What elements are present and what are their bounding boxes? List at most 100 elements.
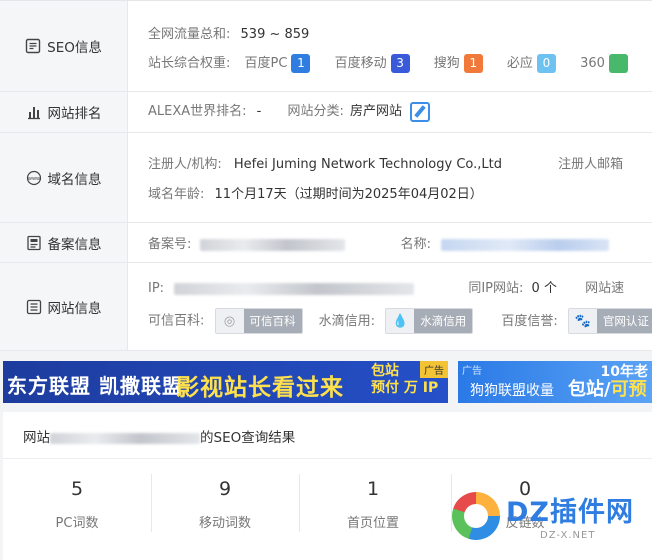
alexa-value: - xyxy=(256,104,262,119)
registrant-value: Hefei Juming Network Technology Co.,Ltd xyxy=(233,157,502,172)
watermark: DZ插件网 DZ-X.NET xyxy=(452,480,652,558)
icp-number-redacted xyxy=(199,238,345,251)
weight-line: 站长综合权重: 百度PC 1 百度移动 3 搜狗 1 必应 0 360 xyxy=(148,52,628,73)
ip-key: IP: xyxy=(148,281,165,296)
registrant-line: 注册人/机构: Hefei Juming Network Technology … xyxy=(148,153,623,172)
rank-body: ALEXA世界排名: - 网站分类: 房产网站 xyxy=(148,92,652,132)
registrant-key: 注册人/机构: xyxy=(148,157,222,172)
kexin-badge-text: 可信百科 xyxy=(243,309,302,333)
svg-text:www: www xyxy=(27,176,39,182)
site-row: 网站信息 IP: 同IP网站: 0 个 网站速 可信百科: ◎ 可信百科 水滴信… xyxy=(0,263,652,351)
weight-baidu-pc-badge: 1 xyxy=(291,54,311,73)
speed-key: 网站速 xyxy=(585,281,625,296)
ad2-left-text: 狗狗联盟收量 xyxy=(470,383,554,399)
weight-baidu-mobile[interactable]: 百度移动 3 xyxy=(334,54,414,73)
shuidi-badge-text: 水滴信用 xyxy=(414,309,473,333)
ip-redacted xyxy=(174,282,415,295)
weight-360[interactable]: 360 xyxy=(580,54,628,73)
icp-number-key: 备案号: xyxy=(148,237,192,252)
weight-sogou[interactable]: 搜狗 1 xyxy=(433,54,487,73)
weight-sogou-badge: 1 xyxy=(463,54,483,73)
icp-name-redacted[interactable] xyxy=(441,238,610,251)
seo-body: 全网流量总和: 539 ~ 859 站长综合权重: 百度PC 1 百度移动 3 搜狗… xyxy=(148,1,652,91)
age-line: 域名年龄: 11个月17天（过期时间为2025年04月02日） xyxy=(148,183,483,202)
age-key: 域名年龄: xyxy=(148,187,205,202)
alexa-key: ALEXA世界排名: xyxy=(148,104,247,119)
rank-line: ALEXA世界排名: - 网站分类: 房产网站 xyxy=(148,100,431,122)
credit-line: 可信百科: ◎ 可信百科 水滴信用: 💧 水滴信用 百度信誉: 🐾 官网认证 xyxy=(148,308,652,334)
age-value: 11个月17天（过期时间为2025年04月02日） xyxy=(214,187,483,202)
domain-row: www 域名信息 注册人/机构: Hefei Juming Network Te… xyxy=(0,133,652,223)
paw-icon: 🐾 xyxy=(568,309,597,333)
site-info-table: SEO信息 全网流量总和: 539 ~ 859 站长综合权重: 百度PC 1 百度… xyxy=(0,0,652,351)
site-body: IP: 同IP网站: 0 个 网站速 可信百科: ◎ 可信百科 水滴信用: 💧 … xyxy=(148,263,652,350)
ad1-tag: 广告 xyxy=(420,361,448,378)
result-divider xyxy=(3,458,652,459)
rank-label: 网站排名 xyxy=(47,106,102,122)
weight-baidu-pc[interactable]: 百度PC 1 xyxy=(244,54,315,73)
seo-label: SEO信息 xyxy=(47,40,102,56)
category-key: 网站分类: xyxy=(287,104,344,119)
shuidi-key: 水滴信用: xyxy=(318,313,376,329)
ad-banners: 东方联盟 凯撒联盟 影视站长看过来 包站 预付 万 IP 广告 广告 10年老 … xyxy=(0,361,652,403)
stat-pc-words-label: PC词数 xyxy=(55,516,99,531)
stat-mobile-words[interactable]: 9 移动词数 xyxy=(151,474,299,538)
watermark-text: DZ插件网 xyxy=(506,497,634,528)
icp-label-cell: 备案信息 xyxy=(0,223,128,262)
kexin-seal-icon: ◎ xyxy=(215,309,244,333)
weight-baidu-mobile-name: 百度移动 xyxy=(334,56,387,71)
weight-baidu-mobile-badge: 3 xyxy=(390,54,410,73)
same-ip-value[interactable]: 0 个 xyxy=(532,281,557,296)
traffic-key: 全网流量总和: xyxy=(148,27,231,42)
site-label: 网站信息 xyxy=(47,300,102,317)
weight-key: 站长综合权重: xyxy=(148,56,231,71)
watermark-logo-icon xyxy=(452,492,500,540)
water-drop-icon: 💧 xyxy=(386,309,415,333)
list-icon xyxy=(26,299,42,315)
icp-label: 备案信息 xyxy=(47,236,102,253)
result-domain-redacted xyxy=(50,432,200,444)
ad-banner-left[interactable]: 东方联盟 凯撒联盟 影视站长看过来 包站 预付 万 IP 广告 xyxy=(3,361,448,403)
stat-pc-words[interactable]: 5 PC词数 xyxy=(3,474,151,538)
stat-home-position-label: 首页位置 xyxy=(346,516,399,531)
category-value: 房产网站 xyxy=(350,104,403,119)
traffic-line: 全网流量总和: 539 ~ 859 xyxy=(148,23,309,42)
stat-mobile-words-label: 移动词数 xyxy=(198,516,251,531)
shuidi-badge[interactable]: 💧 水滴信用 xyxy=(385,308,474,334)
baidu-credit-badge-text: 官网认证 xyxy=(596,309,652,333)
email-key: 注册人邮箱 xyxy=(558,157,624,172)
same-ip-key: 同IP网站: xyxy=(468,281,524,296)
domain-body: 注册人/机构: Hefei Juming Network Technology … xyxy=(148,133,652,222)
weight-sogou-name: 搜狗 xyxy=(433,56,460,71)
domain-label: 域名信息 xyxy=(47,171,102,188)
ad2-main-text: 包站/可预 xyxy=(568,375,647,401)
result-title: 网站 的SEO查询结果 xyxy=(23,426,295,446)
ad2-tag: 广告 xyxy=(462,366,482,377)
stat-home-position[interactable]: 1 首页位置 xyxy=(299,474,447,538)
document-icon xyxy=(26,235,42,251)
weight-bing-name: 必应 xyxy=(506,56,533,71)
ad-banner-right[interactable]: 广告 10年老 狗狗联盟收量 包站/可预 xyxy=(458,361,652,403)
edit-icon[interactable] xyxy=(410,101,431,122)
seo-row: SEO信息 全网流量总和: 539 ~ 859 站长综合权重: 百度PC 1 百度… xyxy=(0,1,652,92)
weight-bing[interactable]: 必应 0 xyxy=(506,54,560,73)
site-label-cell: 网站信息 xyxy=(0,263,128,350)
seo-label-cell: SEO信息 xyxy=(0,1,128,91)
result-title-prefix: 网站 xyxy=(23,430,50,446)
icp-row: 备案信息 备案号: 名称: xyxy=(0,223,652,263)
baidu-credit-badge[interactable]: 🐾 官网认证 xyxy=(567,308,652,334)
kexin-badge[interactable]: ◎ 可信百科 xyxy=(214,308,303,334)
icp-name-key: 名称: xyxy=(400,237,432,252)
stat-mobile-words-value: 9 xyxy=(218,478,232,500)
seo-icon xyxy=(25,38,41,54)
ad1-left-text: 东方联盟 凯撒联盟 xyxy=(7,374,183,398)
weight-bing-badge: 0 xyxy=(536,54,556,73)
weight-baidu-pc-name: 百度PC xyxy=(244,56,288,71)
weight-360-name: 360 xyxy=(580,56,605,71)
domain-label-cell: www 域名信息 xyxy=(0,133,128,222)
rank-row: 网站排名 ALEXA世界排名: - 网站分类: 房产网站 xyxy=(0,92,652,133)
result-title-suffix: 的SEO查询结果 xyxy=(200,430,296,446)
ad1-main-text: 影视站长看过来 xyxy=(176,375,344,401)
icp-body: 备案号: 名称: xyxy=(148,223,652,262)
rank-label-cell: 网站排名 xyxy=(0,92,128,132)
